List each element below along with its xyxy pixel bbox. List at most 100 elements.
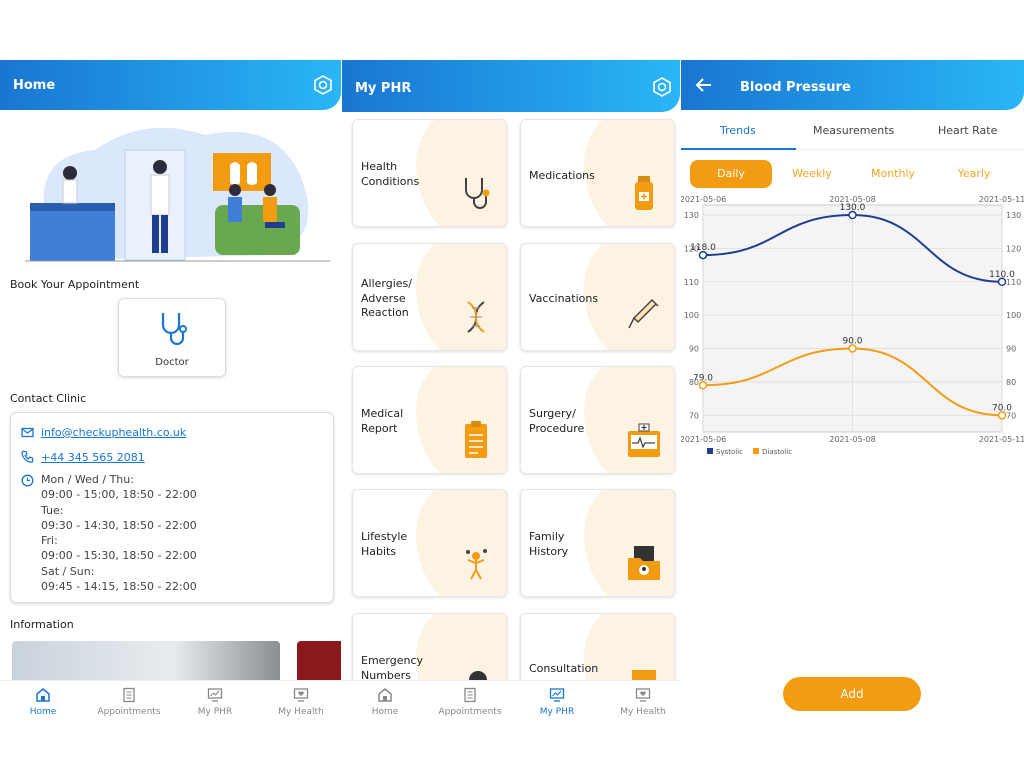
home-icon: [36, 688, 50, 702]
legend-label: Systolic: [716, 448, 743, 456]
active-tab-indicator: [681, 148, 796, 150]
bp-app-bar: Blood Pressure: [681, 60, 1024, 110]
clock-icon: [21, 474, 34, 487]
y-tick-label-left: 100: [684, 311, 699, 320]
y-tick-label-right: 80: [1006, 378, 1016, 387]
card-label: Lifestyle Habits: [361, 530, 408, 558]
phr-card-health-conditions[interactable]: Health Conditions: [352, 119, 507, 227]
y-tick-label-left: 90: [689, 345, 699, 354]
email-link[interactable]: info@checkuphealth.co.uk: [41, 425, 186, 440]
nav-my-phr[interactable]: My PHR: [175, 687, 255, 717]
card-label: Health Conditions: [361, 160, 420, 188]
stethoscope-icon: [465, 178, 490, 209]
bottom-nav: Home Appointments My PHR My Health: [342, 680, 680, 730]
x-tick-label-top: 2021-05-06: [681, 195, 726, 204]
nav-label: My Health: [278, 707, 324, 717]
x-tick-label-bottom: 2021-05-11: [979, 435, 1024, 444]
nav-my-health[interactable]: My Health: [603, 687, 680, 717]
y-tick-label-left: 130: [684, 211, 699, 220]
hours-line: Mon / Wed / Thu:: [41, 473, 134, 486]
home-screen: Home Book Your Appointment Doctor Contac…: [0, 60, 341, 730]
blood-pressure-chart: 70 7080 8090 90100 100110 110120 120130 1302021…: [681, 195, 1024, 456]
x-tick-label-bottom: 2021-05-06: [681, 435, 726, 444]
hours-line: 09:00 - 15:00, 18:50 - 22:00: [41, 488, 197, 502]
information-image[interactable]: [12, 641, 280, 681]
phr-card-lifestyle[interactable]: Lifestyle Habits: [352, 489, 507, 597]
tab-trends[interactable]: Trends: [720, 124, 756, 137]
phr-card-medical-report[interactable]: Medical Report: [352, 366, 507, 474]
period-daily[interactable]: Daily: [690, 160, 772, 188]
back-arrow-icon[interactable]: [695, 77, 713, 93]
phr-card-vaccinations[interactable]: Vaccinations: [520, 243, 675, 351]
legend-swatch: [753, 448, 759, 454]
dna-icon: [467, 301, 485, 333]
data-label-systolic: 118.0: [690, 243, 716, 253]
card-label: Allergies/ Adverse Reaction: [361, 277, 412, 319]
phone-icon: [21, 450, 34, 463]
page-title: My PHR: [355, 81, 412, 96]
phr-card-medications[interactable]: Medications: [520, 119, 675, 227]
x-tick-label-bottom: 2021-05-08: [829, 435, 876, 444]
bp-tabs: Trends Measurements Heart Rate: [681, 110, 1024, 150]
hours-line: 09:45 - 14:15, 18:50 - 22:00: [41, 580, 197, 594]
information-image-next[interactable]: [297, 641, 341, 681]
nav-label: My PHR: [197, 707, 233, 717]
phone-link[interactable]: +44 345 565 2081: [41, 450, 145, 465]
tab-heart-rate[interactable]: Heart Rate: [938, 124, 997, 137]
phr-app-bar: My PHR: [342, 60, 680, 112]
add-button[interactable]: Add: [783, 677, 921, 711]
phr-card-surgery[interactable]: Surgery/ Procedure: [520, 366, 675, 474]
nav-label: Appointments: [97, 707, 161, 717]
monitor-heart-icon: [293, 688, 309, 702]
contact-clinic-heading: Contact Clinic: [10, 392, 87, 405]
opening-hours: Mon / Wed / Thu: 09:00 - 15:00, 18:50 - …: [41, 472, 197, 594]
nav-label: Home: [29, 707, 57, 717]
card-label: Emergency Numbers: [361, 654, 424, 682]
settings-icon[interactable]: [313, 75, 333, 95]
blood-pressure-screen: Blood Pressure Trends Measurements Heart…: [681, 60, 1024, 730]
nav-home[interactable]: Home: [3, 687, 83, 717]
period-yearly[interactable]: Yearly: [933, 160, 1015, 188]
period-monthly[interactable]: Monthly: [852, 160, 934, 188]
medicine-bottle-icon: [635, 176, 653, 210]
data-label-systolic: 130.0: [840, 203, 866, 213]
monitor-chart-icon: [207, 688, 223, 702]
phr-card-allergies[interactable]: Allergies/ Adverse Reaction: [352, 243, 507, 351]
tab-measurements[interactable]: Measurements: [813, 124, 894, 137]
nav-home[interactable]: Home: [345, 687, 425, 717]
home-icon: [378, 688, 392, 702]
settings-icon[interactable]: [652, 77, 672, 97]
period-weekly[interactable]: Weekly: [771, 160, 853, 188]
hours-line: Fri:: [41, 534, 58, 548]
hours-line: 09:00 - 15:30, 18:50 - 22:00: [41, 549, 197, 563]
nav-appointments[interactable]: Appointments: [430, 687, 510, 717]
nav-label: Home: [371, 707, 399, 717]
page-title: Home: [13, 78, 56, 93]
hours-line: 09:30 - 14:30, 18:50 - 22:00: [41, 518, 197, 532]
page-title: Blood Pressure: [740, 80, 851, 95]
card-label: Family History: [529, 530, 569, 558]
card-label: Consultation: [529, 662, 599, 675]
doctor-card[interactable]: Doctor: [118, 298, 226, 377]
y-tick-label-left: 110: [684, 278, 699, 287]
stethoscope-icon: [161, 313, 187, 346]
folder-icon: [628, 546, 660, 580]
data-label-diastolic: 70.0: [992, 403, 1012, 413]
data-label-diastolic: 79.0: [693, 373, 713, 383]
nav-my-phr[interactable]: My PHR: [517, 687, 597, 717]
clinic-illustration: [25, 127, 330, 262]
data-label-systolic: 110.0: [989, 270, 1015, 280]
contact-card: info@checkuphealth.co.uk +44 345 565 208…: [10, 412, 334, 603]
y-tick-label-right: 100: [1006, 311, 1021, 320]
monitor-heart-icon: [635, 688, 651, 702]
information-heading: Information: [10, 618, 74, 631]
home-app-bar: Home: [0, 60, 341, 110]
nav-label: Appointments: [438, 707, 502, 717]
phr-card-family-history[interactable]: Family History: [520, 489, 675, 597]
lifestyle-icon: [466, 549, 487, 580]
nav-my-health[interactable]: My Health: [261, 687, 341, 717]
heart-monitor-icon: [628, 423, 660, 457]
my-phr-screen: My PHR Health Conditions Medications All…: [342, 60, 680, 730]
doctor-label: Doctor: [155, 357, 189, 368]
nav-appointments[interactable]: Appointments: [89, 687, 169, 717]
